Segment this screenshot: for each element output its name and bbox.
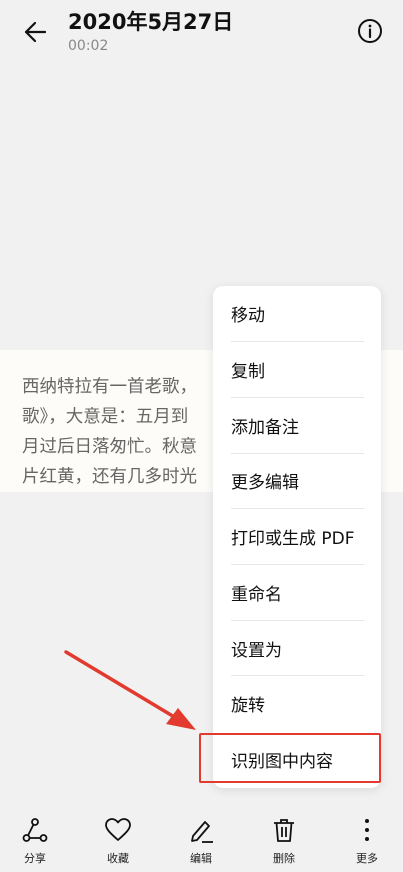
share-icon [21, 816, 49, 844]
back-button[interactable] [18, 16, 50, 48]
menu-item-set-as[interactable]: 设置为 [213, 620, 381, 676]
tab-share[interactable]: 分享 [5, 816, 65, 872]
menu-item-add-note[interactable]: 添加备注 [213, 397, 381, 453]
tab-label: 分享 [24, 852, 46, 865]
app-header: 2020年5月27日 00:02 [0, 0, 403, 70]
menu-item-rename[interactable]: 重命名 [213, 565, 381, 621]
highlight-box [199, 733, 381, 783]
tab-label: 删除 [273, 852, 295, 865]
page-subtitle-time: 00:02 [68, 38, 109, 54]
tab-label: 编辑 [190, 852, 212, 865]
title-block: 2020年5月27日 00:02 [68, 8, 233, 54]
info-icon [358, 19, 382, 43]
back-arrow-icon [24, 21, 47, 43]
more-vertical-icon [353, 816, 381, 844]
context-menu: 移动 复制 添加备注 更多编辑 打印或生成 PDF 重命名 设置为 旋转 识别图… [213, 286, 381, 788]
menu-item-copy[interactable]: 复制 [213, 342, 381, 398]
menu-item-rotate[interactable]: 旋转 [213, 676, 381, 732]
page-title: 2020年5月27日 [68, 10, 234, 34]
tab-favorite[interactable]: 收藏 [88, 816, 148, 872]
menu-item-print-pdf[interactable]: 打印或生成 PDF [213, 509, 381, 565]
trash-icon [270, 816, 298, 844]
tab-more[interactable]: 更多 [337, 816, 397, 872]
info-button[interactable] [355, 16, 385, 46]
pencil-icon [187, 816, 215, 844]
tab-label: 更多 [356, 852, 378, 865]
menu-item-more-edit[interactable]: 更多编辑 [213, 453, 381, 509]
bottom-toolbar: 分享 收藏 编辑 删除 更多 [0, 808, 403, 872]
tab-delete[interactable]: 删除 [254, 816, 314, 872]
menu-item-move[interactable]: 移动 [213, 286, 381, 342]
tab-edit[interactable]: 编辑 [171, 816, 231, 872]
heart-icon [104, 816, 132, 844]
tab-label: 收藏 [107, 852, 129, 865]
